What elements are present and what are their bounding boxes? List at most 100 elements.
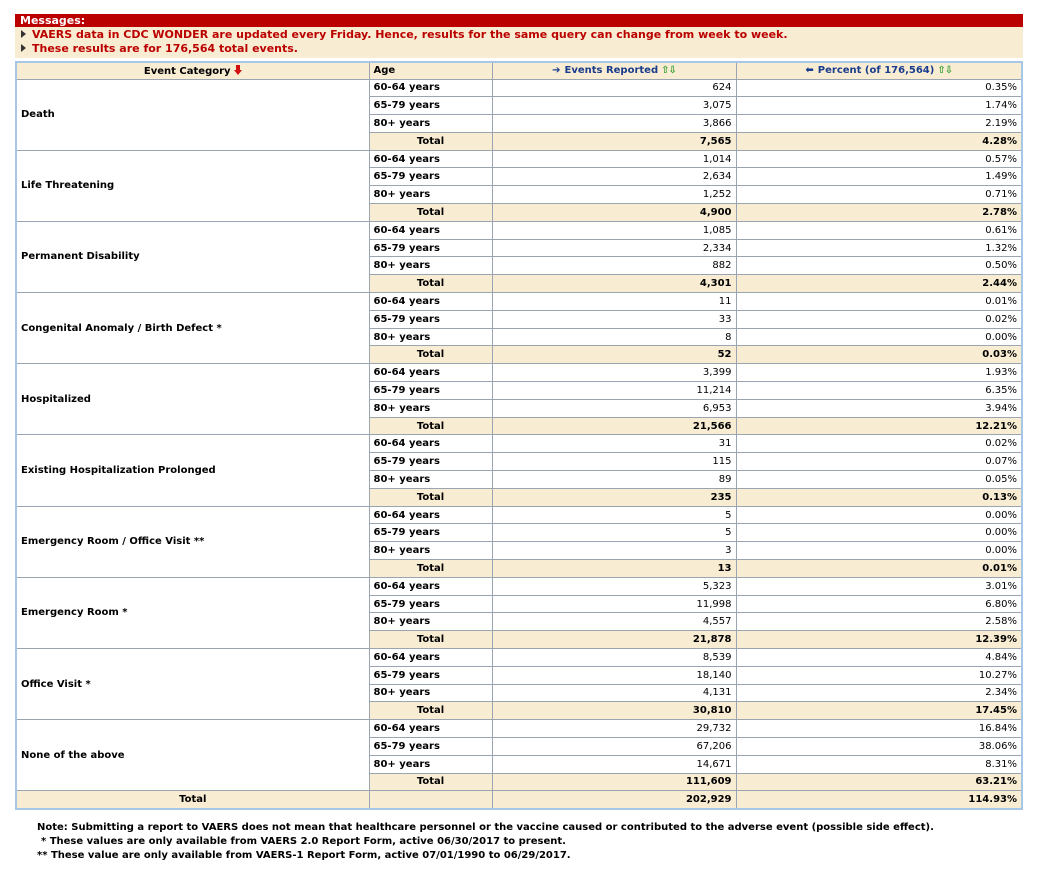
events-reported-cell: 3,866 bbox=[491, 114, 737, 133]
events-reported-cell: 3,399 bbox=[491, 363, 737, 383]
total-percent-cell: 2.44% bbox=[735, 274, 1023, 294]
grand-total-events-cell: 202,929 bbox=[491, 790, 737, 810]
blue-left-arrow-icon[interactable]: ⬅ bbox=[805, 65, 813, 76]
percent-cell: 3.01% bbox=[735, 576, 1023, 596]
events-reported-cell: 882 bbox=[491, 256, 737, 276]
total-label-cell: Total bbox=[368, 701, 493, 721]
percent-cell: 0.00% bbox=[735, 541, 1023, 561]
events-reported-cell: 5 bbox=[491, 523, 737, 543]
age-cell: 80+ years bbox=[368, 683, 493, 703]
percent-cell: 0.02% bbox=[735, 309, 1023, 329]
messages-header: Messages: bbox=[15, 14, 1023, 27]
events-reported-cell: 5 bbox=[491, 505, 737, 525]
total-percent-cell: 2.78% bbox=[735, 203, 1023, 222]
footnote-double-star: ** These value are only available from V… bbox=[37, 849, 571, 861]
age-cell: 60-64 years bbox=[368, 292, 493, 311]
triangle-right-icon bbox=[21, 30, 26, 38]
age-cell: 80+ years bbox=[368, 612, 493, 632]
results-table-wrap: Event Category Age ➔ Events Reported ⇧⇩ ⬅ P… bbox=[15, 61, 1023, 810]
events-reported-cell: 11 bbox=[491, 292, 737, 311]
red-down-arrow-icon[interactable] bbox=[233, 64, 242, 75]
events-reported-header-label[interactable]: Events Reported bbox=[564, 65, 658, 76]
table-row: Office Visit * 60-64 years 8,539 4.84% bbox=[15, 647, 1023, 721]
age-cell: 60-64 years bbox=[368, 576, 493, 596]
messages-box: Messages: VAERS data in CDC WONDER are u… bbox=[15, 14, 1023, 58]
total-percent-cell: 12.21% bbox=[735, 416, 1023, 436]
message-text: VAERS data in CDC WONDER are updated eve… bbox=[32, 28, 788, 41]
percent-cell: 2.19% bbox=[735, 114, 1023, 133]
percent-cell: 10.27% bbox=[735, 665, 1023, 685]
table-row: Death 60-64 years 624 0.35% bbox=[15, 78, 1023, 151]
events-reported-header[interactable]: ➔ Events Reported ⇧⇩ bbox=[491, 61, 737, 80]
events-reported-cell: 4,557 bbox=[491, 612, 737, 632]
percent-cell: 1.93% bbox=[735, 363, 1023, 383]
event-category-cell: Existing Hospitalization Prolonged bbox=[15, 434, 370, 507]
event-category-cell: Emergency Room * bbox=[15, 576, 370, 650]
event-category-cell: Hospitalized bbox=[15, 363, 370, 436]
age-cell: 60-64 years bbox=[368, 505, 493, 525]
age-header: Age bbox=[368, 61, 493, 80]
percent-cell: 0.00% bbox=[735, 505, 1023, 525]
table-row: Congenital Anomaly / Birth Defect * 60-64… bbox=[15, 292, 1023, 365]
percent-cell: 4.84% bbox=[735, 648, 1023, 667]
total-percent-cell: 12.39% bbox=[735, 630, 1023, 649]
percent-cell: 0.35% bbox=[735, 78, 1023, 98]
total-label-cell: Total bbox=[368, 345, 493, 365]
age-cell: 80+ years bbox=[368, 470, 493, 489]
percent-cell: 0.57% bbox=[735, 149, 1023, 169]
event-category-header[interactable]: Event Category bbox=[15, 61, 370, 80]
events-reported-cell: 29,732 bbox=[491, 719, 737, 738]
event-category-header-label: Event Category bbox=[143, 65, 231, 77]
events-reported-cell: 89 bbox=[491, 470, 737, 489]
age-cell: 80+ years bbox=[368, 114, 493, 133]
message-line: VAERS data in CDC WONDER are updated eve… bbox=[15, 28, 1023, 42]
events-reported-cell: 624 bbox=[491, 78, 737, 98]
events-reported-cell: 115 bbox=[491, 452, 737, 472]
percent-header-label[interactable]: Percent (of 176,564) bbox=[818, 65, 935, 76]
percent-cell: 8.31% bbox=[735, 754, 1023, 774]
age-cell: 65-79 years bbox=[368, 96, 493, 116]
percent-cell: 2.34% bbox=[735, 683, 1023, 703]
total-label-cell: Total bbox=[368, 772, 493, 792]
events-reported-cell: 11,214 bbox=[491, 381, 737, 400]
green-up-down-arrows-icon[interactable]: ⇧⇩ bbox=[937, 65, 953, 76]
age-cell: 80+ years bbox=[368, 327, 493, 347]
age-cell: 65-79 years bbox=[368, 665, 493, 685]
events-reported-cell: 14,671 bbox=[491, 754, 737, 774]
age-cell: 60-64 years bbox=[368, 719, 493, 738]
event-category-cell: Emergency Room / Office Visit ** bbox=[15, 505, 370, 578]
events-reported-cell: 11,998 bbox=[491, 594, 737, 614]
total-percent-cell: 0.03% bbox=[735, 345, 1023, 365]
events-reported-cell: 1,014 bbox=[491, 149, 737, 169]
total-label-cell: Total bbox=[368, 559, 493, 578]
event-category-cell: Permanent Disability bbox=[15, 220, 370, 294]
green-up-down-arrows-icon[interactable]: ⇧⇩ bbox=[661, 65, 677, 76]
events-reported-cell: 1,252 bbox=[491, 185, 737, 205]
age-cell: 80+ years bbox=[368, 398, 493, 418]
total-events-cell: 111,609 bbox=[491, 772, 737, 792]
percent-cell: 0.00% bbox=[735, 523, 1023, 543]
event-category-cell: Death bbox=[15, 78, 370, 151]
total-events-cell: 4,301 bbox=[491, 274, 737, 294]
percent-cell: 0.05% bbox=[735, 470, 1023, 489]
percent-header[interactable]: ⬅ Percent (of 176,564) ⇧⇩ bbox=[735, 61, 1023, 80]
percent-cell: 1.49% bbox=[735, 167, 1023, 187]
total-events-cell: 21,566 bbox=[491, 416, 737, 436]
percent-cell: 2.58% bbox=[735, 612, 1023, 632]
total-events-cell: 30,810 bbox=[491, 701, 737, 721]
percent-cell: 0.00% bbox=[735, 327, 1023, 347]
percent-cell: 0.61% bbox=[735, 220, 1023, 240]
age-cell: 65-79 years bbox=[368, 381, 493, 400]
footnotes: Note: Submitting a report to VAERS does … bbox=[15, 821, 1023, 863]
events-reported-cell: 2,334 bbox=[491, 238, 737, 258]
blue-right-arrow-icon[interactable]: ➔ bbox=[552, 65, 560, 76]
percent-cell: 0.71% bbox=[735, 185, 1023, 205]
age-cell: 65-79 years bbox=[368, 452, 493, 472]
events-reported-cell: 2,634 bbox=[491, 167, 737, 187]
message-line: These results are for 176,564 total even… bbox=[15, 42, 1023, 56]
results-table: Event Category Age ➔ Events Reported ⇧⇩ ⬅ P… bbox=[15, 61, 1023, 810]
total-percent-cell: 17.45% bbox=[735, 701, 1023, 721]
total-label-cell: Total bbox=[368, 203, 493, 222]
total-percent-cell: 4.28% bbox=[735, 131, 1023, 151]
age-cell: 80+ years bbox=[368, 185, 493, 205]
